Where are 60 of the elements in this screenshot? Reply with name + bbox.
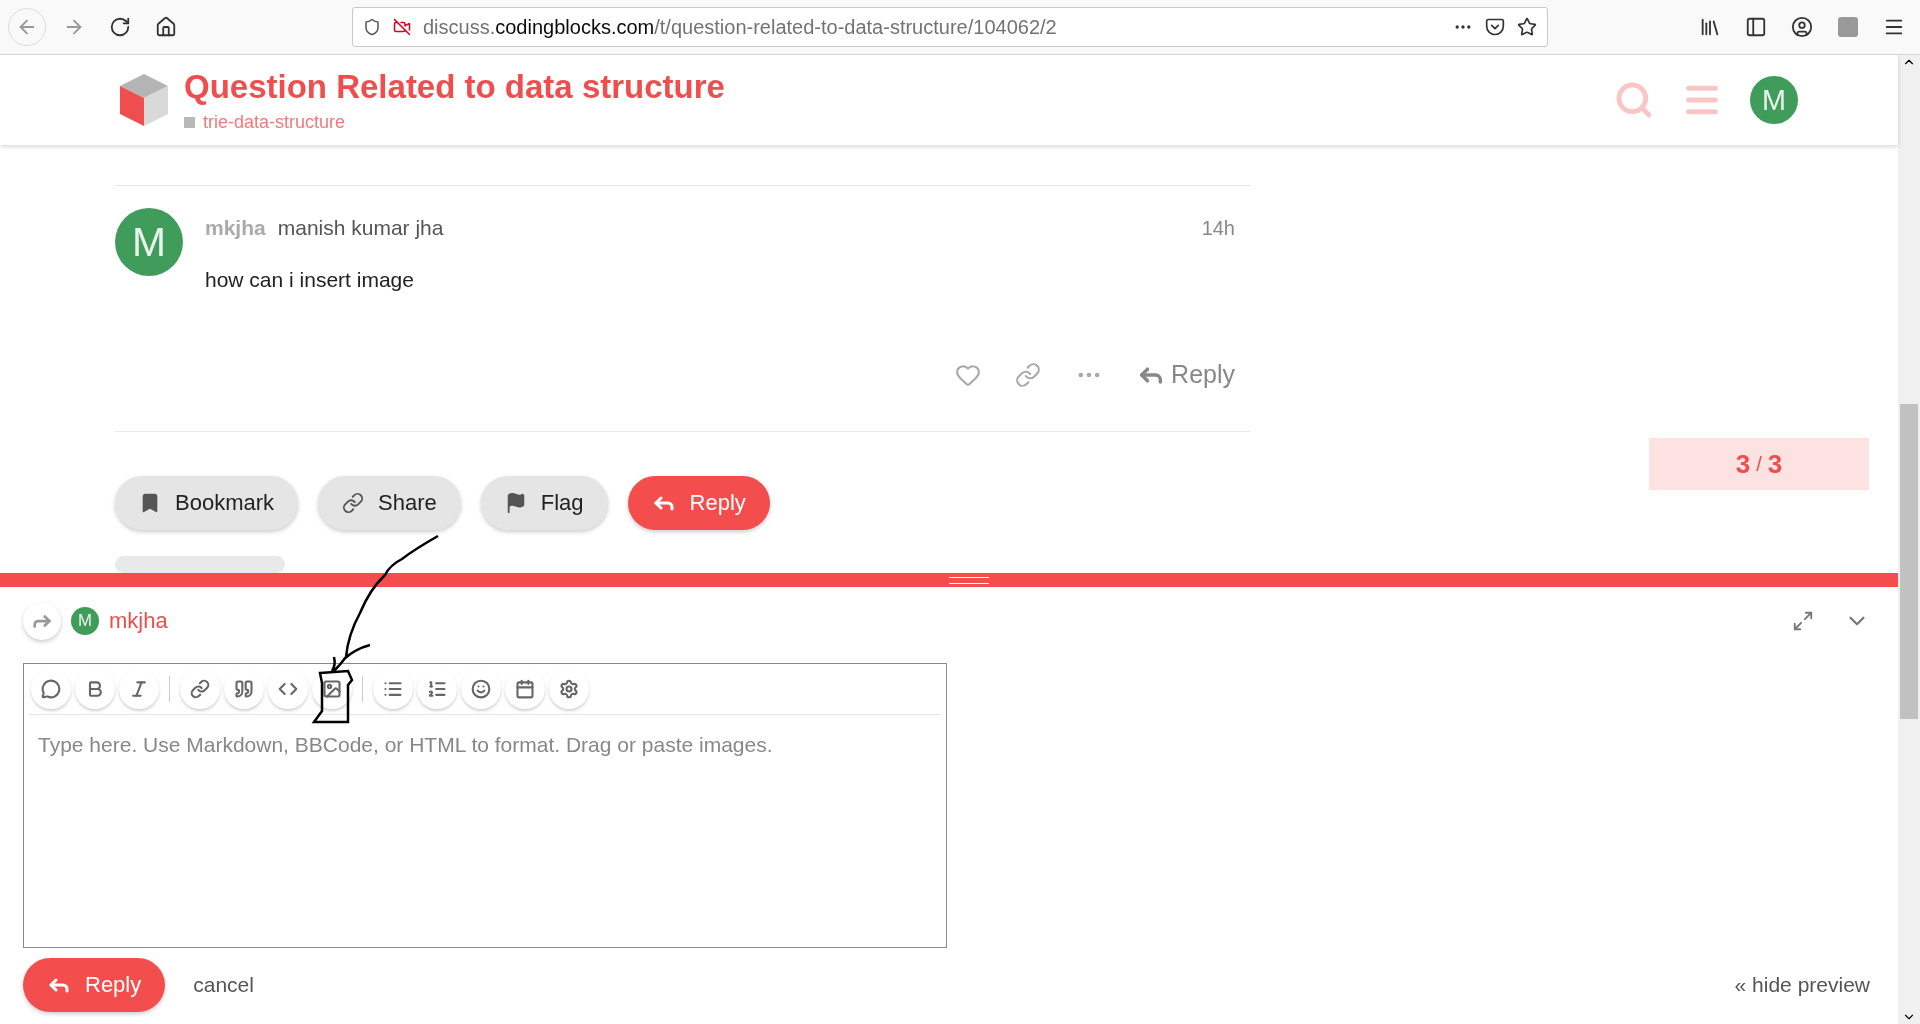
calendar-icon	[515, 678, 535, 699]
editor-panel[interactable]: Type here. Use Markdown, BBCode, or HTML to format. Drag or paste images.	[23, 662, 947, 948]
shield-icon	[363, 18, 381, 36]
reply-button[interactable]: Reply	[1137, 360, 1235, 389]
code-button[interactable]	[268, 668, 308, 709]
url-text: discuss.codingblocks.com/t/question-related-to-data-structure/104062/2	[423, 15, 1058, 39]
blocked-camera-icon	[393, 18, 411, 36]
smiley-icon	[471, 678, 491, 699]
scrollbar-thumb[interactable]	[1900, 404, 1918, 719]
link-icon	[342, 492, 365, 514]
italic-icon	[129, 678, 149, 699]
reload-icon	[109, 16, 131, 38]
category-link[interactable]: trie-data-structure	[203, 111, 346, 133]
reply-avatar: M	[71, 606, 99, 635]
speech-bubble-button[interactable]	[31, 668, 71, 709]
user-avatar[interactable]: M	[1750, 76, 1798, 124]
home-icon	[155, 16, 177, 38]
bold-button[interactable]	[75, 668, 115, 709]
submit-reply-button[interactable]: Reply	[23, 958, 166, 1012]
numbered-list-icon	[427, 678, 447, 699]
quote-icon	[234, 678, 254, 699]
calendar-button[interactable]	[505, 668, 545, 709]
speech-bubble-icon	[41, 678, 61, 699]
library-icon	[1699, 16, 1721, 38]
extension-icon	[1838, 17, 1858, 37]
reply-arrow-button[interactable]	[23, 601, 61, 640]
cancel-link[interactable]: cancel	[193, 973, 254, 997]
settings-button[interactable]	[549, 668, 589, 709]
italic-button[interactable]	[119, 668, 159, 709]
address-bar[interactable]: discuss.codingblocks.com/t/question-related-to-data-structure/104062/2	[352, 7, 1548, 47]
full-name: manish kumar jha	[277, 216, 445, 240]
poster-avatar: M	[115, 208, 183, 276]
hand-drawn-outline-drawing	[311, 669, 354, 724]
reply-to-username[interactable]: mkjha	[109, 607, 1782, 634]
numbered-list-button[interactable]	[417, 668, 457, 709]
post-text: how can i insert image	[205, 268, 415, 293]
category-square-icon	[184, 116, 195, 128]
flag-button[interactable]: Flag	[480, 476, 608, 530]
bookmark-button[interactable]: Bookmark	[115, 476, 299, 530]
post-time[interactable]: 14h	[1201, 217, 1235, 240]
expand-icon[interactable]	[1792, 609, 1814, 632]
share-button[interactable]: Share	[318, 476, 461, 530]
smiley-button[interactable]	[461, 668, 501, 709]
bulleted-list-button[interactable]	[373, 668, 413, 709]
star-icon[interactable]	[1517, 17, 1537, 37]
cube-logo-icon	[118, 72, 170, 128]
hide-preview-link[interactable]: « hide preview	[1734, 973, 1870, 997]
post-counter[interactable]: 3 / 3	[1649, 438, 1869, 490]
reply-button[interactable]: Reply	[627, 476, 770, 530]
quote-button[interactable]	[224, 668, 264, 709]
image-icon	[322, 678, 342, 699]
resize-grip-icon[interactable]	[949, 577, 989, 584]
username[interactable]: mkjha	[205, 216, 266, 240]
account-icon	[1791, 16, 1813, 38]
pocket-icon[interactable]	[1485, 17, 1505, 37]
link-button[interactable]	[180, 668, 220, 709]
sidebar-icon	[1745, 16, 1767, 38]
topic-title[interactable]: Question Related to data structure	[184, 67, 1600, 106]
link-icon	[190, 678, 210, 699]
settings-icon	[559, 678, 579, 699]
